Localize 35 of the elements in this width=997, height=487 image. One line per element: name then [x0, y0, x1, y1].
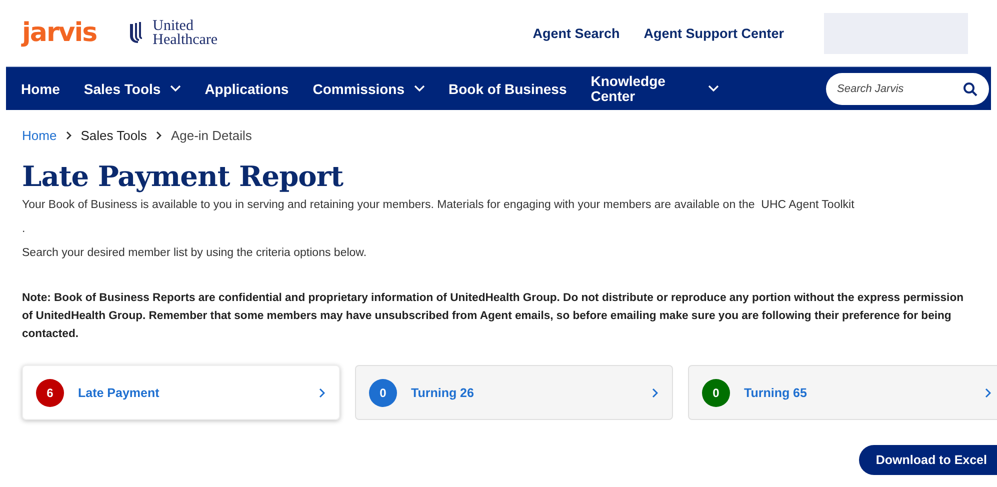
nav-item[interactable]: Knowledge Center — [590, 74, 719, 104]
card-label: Turning 26 — [411, 386, 475, 400]
report-card[interactable]: 0 Turning 26 — [355, 365, 673, 420]
chevron-right-icon — [319, 388, 325, 398]
search-icon[interactable] — [963, 82, 978, 96]
breadcrumb-link[interactable]: Home — [22, 128, 57, 143]
intro-text: Your Book of Business is available to you in serving and retaining your members. Materials for engaging with your members are available on the UHC Agent Toolkit — [22, 199, 856, 211]
nav-item[interactable]: Commissions — [312, 80, 425, 96]
chevron-right-icon — [652, 388, 658, 398]
chevron-right-icon — [156, 131, 162, 140]
count-badge: 0 — [369, 378, 397, 406]
breadcrumb-text: Age-in Details — [170, 128, 252, 143]
search-field[interactable]: Search Jarvis — [826, 72, 989, 104]
nav-item[interactable]: Book of Business — [448, 80, 567, 96]
card-label: Turning 65 — [744, 386, 808, 400]
card-label: Late Payment — [78, 386, 160, 400]
count-badge: 6 — [36, 378, 64, 406]
chevron-right-icon — [985, 388, 991, 398]
header-link[interactable]: Agent Search — [532, 26, 620, 40]
page-title: Late Payment Report — [22, 160, 344, 193]
shield-logo-icon — [128, 22, 145, 44]
report-card[interactable]: 6 Late Payment — [22, 365, 340, 420]
header-link[interactable]: Agent Support Center — [644, 26, 784, 40]
nav-item[interactable]: Sales Tools — [84, 80, 181, 96]
instruction-text: Search your desired member list by using the criteria options below. — [22, 247, 368, 259]
partner-logo-text: United Healthcare — [152, 19, 218, 47]
note-text: Note: Book of Business Reports are confidential and proprietary information of UnitedHealth Group. Do not distribute or reproduce any portion without the express permission of UnitedHealth Group. Remember that some members may have unsubscribed from Agent emails, so before emailing make sure you are following their preference for being contacted. — [22, 291, 964, 342]
nav-item[interactable]: Home — [21, 80, 60, 96]
chevron-right-icon — [66, 131, 72, 140]
download-button[interactable]: Download to Excel — [858, 445, 997, 475]
count-badge: 0 — [702, 378, 730, 406]
period-text: . — [22, 224, 26, 234]
nav-item[interactable]: Applications — [204, 80, 289, 96]
breadcrumb-text: Sales Tools — [80, 128, 147, 143]
report-card[interactable]: 0 Turning 65 — [688, 365, 997, 420]
